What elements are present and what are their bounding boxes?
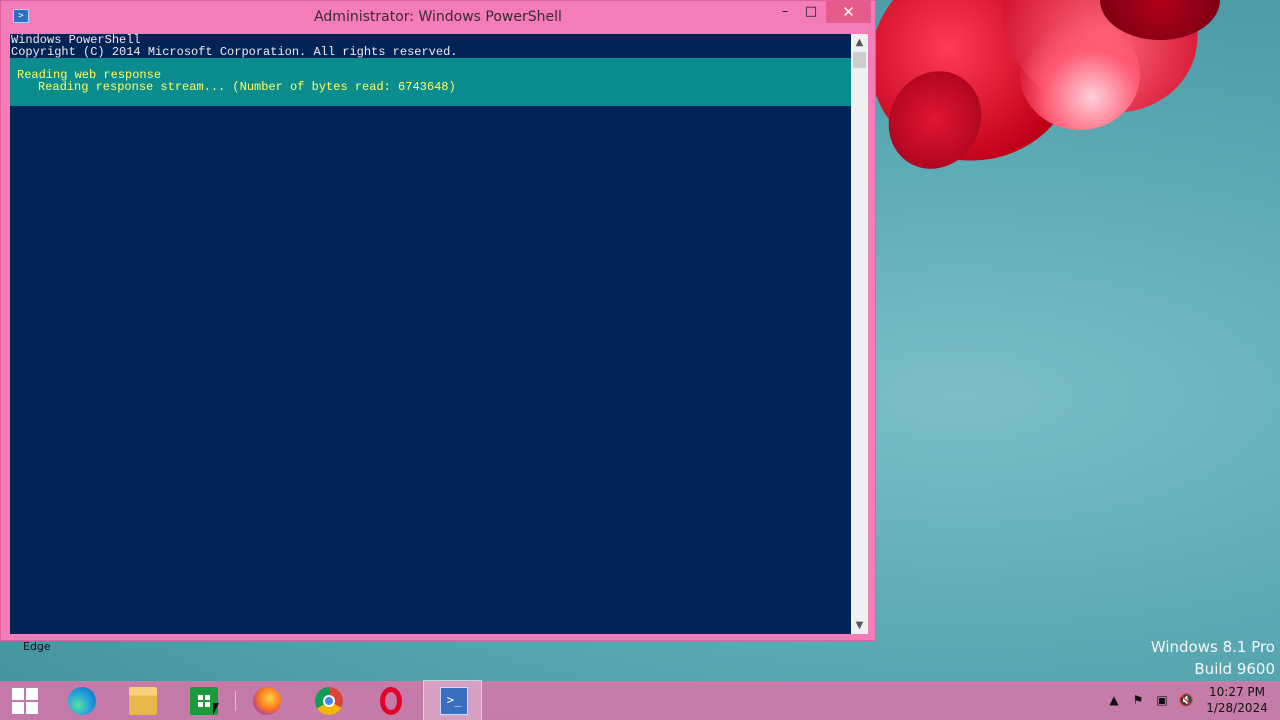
opera-icon [380, 687, 402, 715]
os-build: Build 9600 [1194, 660, 1275, 678]
folder-icon [129, 687, 157, 715]
powershell-window[interactable]: > Administrator: Windows PowerShell – □ … [0, 0, 876, 641]
scrollbar-thumb[interactable] [853, 52, 866, 68]
action-center-flag-icon[interactable]: ⚑ [1130, 693, 1146, 707]
taskbar-tooltip: Edge [23, 640, 51, 653]
scroll-up-icon[interactable]: ▲ [851, 34, 868, 51]
maximize-button[interactable]: □ [799, 1, 823, 23]
clock-time: 10:27 PM [1209, 685, 1265, 699]
chevron-up-icon[interactable]: ▲ [1106, 693, 1122, 707]
firefox-icon [253, 687, 281, 715]
taskbar-file-explorer[interactable] [113, 681, 173, 720]
console-output[interactable]: Windows PowerShell Copyright (C) 2014 Mi… [10, 34, 851, 634]
taskbar-chrome[interactable] [299, 681, 359, 720]
taskbar-firefox[interactable] [237, 681, 297, 720]
minimize-button[interactable]: – [773, 1, 797, 23]
console-line: Copyright (C) 2014 Microsoft Corporation… [11, 45, 458, 59]
taskbar-clock[interactable]: 10:27 PM 1/28/2024 [1198, 684, 1276, 716]
wallpaper-flower [860, 0, 1280, 190]
title-bar[interactable]: > Administrator: Windows PowerShell – □ … [1, 1, 875, 33]
taskbar-separator [235, 691, 236, 711]
taskbar: >_ [0, 680, 1280, 720]
network-icon[interactable]: ▣ [1154, 693, 1170, 707]
window-title: Administrator: Windows PowerShell [314, 9, 562, 25]
mouse-pointer-icon [213, 703, 219, 715]
progress-banner: Reading web response Reading response st… [10, 58, 851, 106]
os-version-watermark: Windows 8.1 Pro Build 9600 [1151, 636, 1275, 680]
chrome-icon [315, 687, 343, 715]
taskbar-edge[interactable] [52, 681, 112, 720]
scroll-down-icon[interactable]: ▼ [851, 617, 868, 634]
powershell-icon: >_ [440, 687, 468, 715]
taskbar-opera[interactable] [361, 681, 421, 720]
progress-status: Reading response stream... (Number of by… [38, 80, 456, 94]
os-name: Windows 8.1 Pro [1150, 638, 1275, 656]
taskbar-store[interactable] [174, 681, 234, 720]
edge-icon [68, 687, 96, 715]
vertical-scrollbar[interactable]: ▲ ▼ [851, 34, 868, 634]
clock-date: 1/28/2024 [1206, 701, 1268, 715]
start-button[interactable] [0, 681, 50, 720]
taskbar-powershell[interactable]: >_ [423, 680, 482, 720]
volume-muted-icon[interactable]: 🔇 [1178, 693, 1194, 707]
windows-logo-icon [12, 688, 38, 714]
close-button[interactable]: ✕ [826, 1, 871, 23]
